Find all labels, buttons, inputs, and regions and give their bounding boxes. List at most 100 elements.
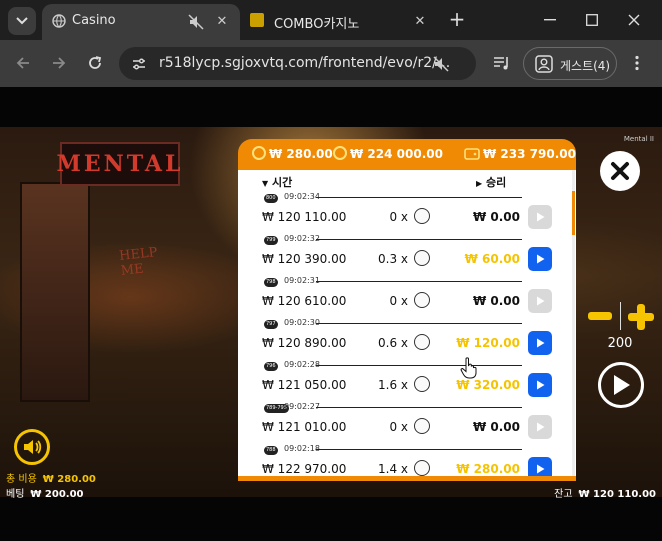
media-control-button[interactable]	[489, 50, 515, 76]
guest-profile-button[interactable]: 게스트(4)	[523, 47, 617, 80]
play-icon	[536, 422, 544, 432]
arrow-left-icon	[16, 57, 29, 69]
replay-button[interactable]	[528, 457, 552, 476]
close-window-button[interactable]	[620, 8, 648, 32]
tab-search-button[interactable]	[8, 7, 36, 35]
bet-control-divider	[620, 302, 621, 330]
history-list[interactable]: ▼ 시간 ▶ 승리 800 09:02:34 ₩ 120 110.00 0 x ₩ 0.…	[238, 170, 576, 476]
history-row: 799 09:02:32 ₩ 120 390.00 0.3 x ₩ 60.00	[238, 233, 576, 275]
maximize-button[interactable]	[578, 8, 606, 32]
address-bar[interactable]: r518lycp.sgjoxvtq.com/frontend/evo/r2/..…	[119, 47, 476, 80]
header-stat-3-value: ₩ 233 790.00	[483, 147, 576, 161]
row-divider	[316, 281, 522, 282]
game-brand-tag: Mental II	[623, 135, 654, 143]
row-multiplier: 1.6 x	[378, 378, 408, 392]
close-tab-icon[interactable]: ✕	[412, 14, 428, 30]
row-balance: ₩ 121 010.00	[262, 420, 347, 434]
balance-value: ₩ 120 110.00	[578, 489, 656, 500]
time-column-header[interactable]: ▼ 시간	[262, 174, 292, 190]
row-multiplier: 0.6 x	[378, 336, 408, 350]
mute-site-icon[interactable]	[433, 56, 449, 72]
bet-amount: ₩ 200.00	[30, 489, 84, 500]
replay-button[interactable]	[528, 415, 552, 439]
history-row: 788 09:02:18 ₩ 122 970.00 1.4 x ₩ 280.00	[238, 443, 576, 476]
replay-button[interactable]	[528, 373, 552, 397]
header-stat-1: ₩ 280.00	[252, 146, 333, 161]
row-multiplier: 0 x	[389, 294, 408, 308]
history-row: 797 09:02:30 ₩ 120 890.00 0.6 x ₩ 120.00	[238, 317, 576, 359]
hand-cursor-icon	[460, 357, 477, 379]
row-win: ₩ 0.00	[472, 294, 520, 308]
row-balance: ₩ 121 050.00	[262, 378, 347, 392]
replay-button[interactable]	[528, 289, 552, 313]
replay-button[interactable]	[528, 331, 552, 355]
total-cost: 총 비용 ₩ 280.00	[6, 470, 96, 485]
tab-casino[interactable]: Casino ✕	[42, 4, 240, 40]
balance-label: 잔고	[554, 489, 573, 500]
combo-favicon	[250, 13, 264, 27]
mask-icon	[414, 460, 430, 476]
history-row: 796 09:02:28 ₩ 121 050.00 1.6 x ₩ 320.00	[238, 359, 576, 401]
round-badge: 799	[264, 236, 278, 245]
logo-text: MENTAL	[56, 151, 184, 177]
history-panel-footer	[238, 476, 576, 481]
play-icon	[536, 212, 544, 222]
wall-graffiti: HELP ME	[118, 245, 159, 279]
new-tab-button[interactable]: +	[446, 8, 468, 32]
row-time: 09:02:18	[284, 444, 320, 453]
game-logo: MENTAL	[57, 142, 180, 186]
row-balance: ₩ 120 390.00	[262, 252, 347, 266]
sound-button[interactable]	[14, 429, 50, 465]
win-column-header[interactable]: ▶ 승리	[476, 174, 506, 190]
url-text: r518lycp.sgjoxvtq.com/frontend/evo/r2/..…	[159, 55, 451, 71]
mute-tab-icon[interactable]	[188, 14, 204, 30]
row-balance: ₩ 122 970.00	[262, 462, 347, 476]
close-icon	[611, 162, 629, 180]
row-time: 09:02:32	[284, 234, 320, 243]
mask-icon	[414, 334, 430, 350]
minimize-button[interactable]	[536, 8, 564, 32]
coin-icon	[252, 146, 266, 160]
round-badge: 800	[264, 194, 278, 203]
row-divider	[316, 197, 522, 198]
row-balance: ₩ 120 610.00	[262, 294, 347, 308]
forward-button[interactable]	[46, 50, 72, 76]
guest-label: 게스트(4)	[560, 59, 611, 73]
decrease-bet-button[interactable]	[588, 312, 612, 320]
close-history-button[interactable]	[600, 151, 640, 191]
row-time: 09:02:34	[284, 192, 320, 201]
history-scrollbar-thumb[interactable]	[572, 191, 575, 235]
row-win: ₩ 280.00	[456, 462, 520, 476]
back-button[interactable]	[10, 50, 36, 76]
play-icon	[536, 380, 544, 390]
tab-combo[interactable]: COMBO카지노 ✕	[244, 4, 434, 40]
row-divider	[316, 239, 522, 240]
maximize-icon	[586, 14, 598, 26]
history-panel-header: ₩ 280.00 ₩ 224 000.00 ₩ 233 790.00	[238, 139, 576, 170]
replay-button[interactable]	[528, 247, 552, 271]
row-multiplier: 0.3 x	[378, 252, 408, 266]
tab-title: Casino	[72, 13, 116, 28]
site-settings-icon[interactable]	[131, 56, 147, 72]
row-balance: ₩ 120 890.00	[262, 336, 347, 350]
play-icon	[536, 296, 544, 306]
reload-icon	[89, 56, 102, 69]
mask-icon	[414, 250, 430, 266]
spin-button[interactable]	[598, 362, 644, 408]
browser-menu-button[interactable]	[624, 50, 650, 76]
row-multiplier: 0 x	[389, 420, 408, 434]
reload-button[interactable]	[82, 50, 108, 76]
round-badge: 796	[264, 362, 278, 371]
mask-icon	[414, 208, 430, 224]
close-tab-icon[interactable]: ✕	[214, 14, 230, 30]
row-balance: ₩ 120 110.00	[262, 210, 347, 224]
round-badge: 788	[264, 446, 278, 455]
header-stat-1-value: ₩ 280.00	[269, 147, 333, 161]
row-multiplier: 1.4 x	[378, 462, 408, 476]
row-divider	[316, 323, 522, 324]
mask-icon	[414, 292, 430, 308]
game-viewport: HELP ME MENTAL Mental II ₩ 280.00 ₩ 224 …	[0, 87, 662, 541]
replay-button[interactable]	[528, 205, 552, 229]
row-time: 09:02:27	[284, 402, 320, 411]
increase-bet-button[interactable]	[628, 304, 654, 330]
